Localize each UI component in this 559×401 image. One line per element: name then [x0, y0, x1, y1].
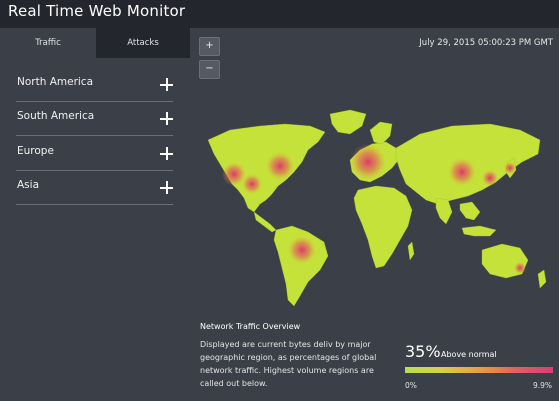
- hotspot-japan: [504, 162, 516, 174]
- scandinavia-shape: [369, 121, 393, 145]
- region-label: Europe: [17, 145, 54, 157]
- color-scale-bar: [405, 367, 553, 373]
- new-zealand-shape: [537, 269, 547, 289]
- overview-description: Displayed are current bytes deliv by maj…: [200, 340, 377, 388]
- central-america-shape: [253, 211, 277, 233]
- hotspot-australia: [514, 262, 526, 274]
- region-label: South America: [17, 110, 95, 122]
- madagascar-shape: [407, 241, 415, 261]
- percent-label: Above normal: [441, 350, 497, 359]
- timestamp: July 29, 2015 05:00:23 PM GMT: [419, 38, 553, 48]
- region-label: North America: [17, 76, 94, 88]
- sidebar: Traffic Attacks North America South Amer…: [0, 28, 190, 401]
- hotspot-east-asia: [482, 170, 498, 186]
- overview-title: Network Traffic Overview: [200, 322, 301, 331]
- region-item-asia[interactable]: Asia: [16, 170, 173, 205]
- expand-plus-icon[interactable]: [160, 147, 173, 160]
- hotspot-us-central: [242, 174, 262, 194]
- region-item-south-america[interactable]: South America: [16, 101, 173, 136]
- hotspot-moscow: [448, 158, 476, 186]
- zoom-out-button[interactable]: −: [199, 60, 220, 79]
- world-traffic-map[interactable]: [190, 100, 559, 310]
- tab-attacks[interactable]: Attacks: [96, 28, 190, 58]
- region-item-north-america[interactable]: North America: [16, 67, 173, 102]
- land-masses: [207, 109, 547, 307]
- hotspot-europe: [350, 144, 386, 180]
- africa-shape: [353, 185, 413, 269]
- expand-plus-icon[interactable]: [160, 112, 173, 125]
- expand-plus-icon[interactable]: [160, 78, 173, 91]
- app-title: Real Time Web Monitor: [8, 2, 186, 20]
- tab-traffic[interactable]: Traffic: [0, 28, 96, 58]
- title-bar: Real Time Web Monitor: [0, 0, 559, 28]
- hotspot-brazil: [288, 236, 316, 264]
- zoom-in-button[interactable]: +: [199, 37, 220, 56]
- region-label: Asia: [17, 179, 40, 191]
- percent-value: 35%: [405, 342, 441, 361]
- expand-plus-icon[interactable]: [160, 181, 173, 194]
- indonesia-shape: [461, 225, 497, 237]
- southeast-asia-shape: [459, 201, 481, 221]
- india-shape: [435, 197, 453, 225]
- tab-bar: Traffic Attacks: [0, 28, 190, 58]
- greenland-shape: [329, 109, 367, 135]
- region-item-europe[interactable]: Europe: [16, 136, 173, 171]
- hotspot-us-east: [266, 152, 294, 180]
- scale-min-label: 0%: [405, 381, 417, 390]
- scale-max-label: 9.9%: [533, 381, 553, 390]
